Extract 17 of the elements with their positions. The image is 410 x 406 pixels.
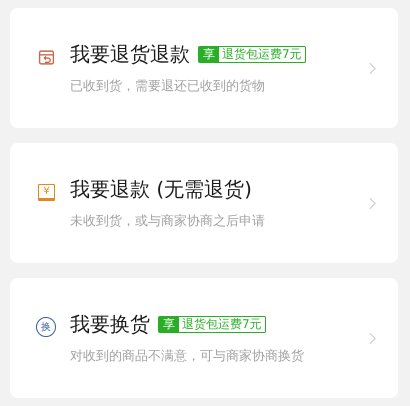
box-icon (38, 48, 55, 66)
option-title: 我要退货退款 (70, 41, 190, 68)
promo-badge: 享 退货包运费7元 (198, 46, 306, 63)
option-card[interactable]: ¥ 我要退款 (无需退货) 未收到货，或与商家协商之后申请 (10, 143, 398, 263)
option-title: 我要退款 (无需退货) (70, 176, 252, 203)
chevron-icon (369, 196, 376, 210)
chevron-icon (369, 62, 376, 74)
chevron-icon (369, 332, 376, 344)
promo-badge: 享 退货包运费7元 (158, 316, 266, 333)
option-title: 我要换货 (70, 311, 150, 338)
option-description: 未收到货，或与商家协商之后申请 (70, 213, 266, 230)
option-card[interactable]: 我要退货退款 享 退货包运费7元 已收到货，需要退还已收到的货物 (10, 8, 398, 128)
exchange-icon: 换 (36, 317, 56, 337)
option-description: 对收到的商品不满意，可与商家协商换货 (70, 348, 305, 365)
option-description: 已收到货，需要退还已收到的货物 (70, 78, 266, 95)
yen-icon: ¥ (38, 184, 55, 200)
option-card[interactable]: 换 我要换货 享 退货包运费7元 对收到的商品不满意，可与商家协商换货 (10, 278, 398, 398)
